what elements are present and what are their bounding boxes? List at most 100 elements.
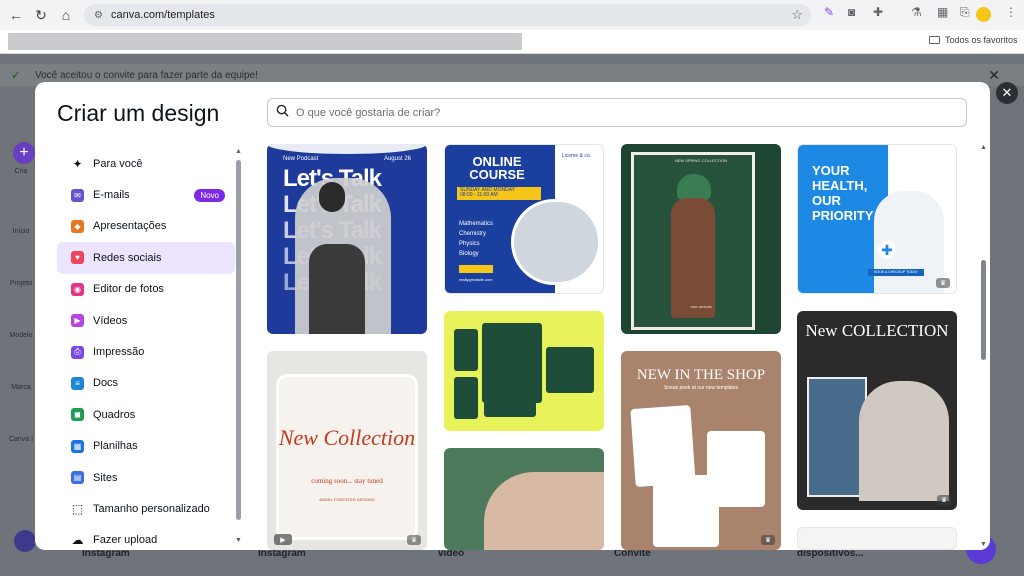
card-headline: New COLLECTION bbox=[805, 321, 949, 340]
menu-item-docs[interactable]: ≡ Docs bbox=[57, 368, 235, 399]
folder-icon bbox=[929, 36, 940, 44]
card-photo-hair bbox=[319, 182, 345, 212]
custom-size-icon: ⬚ bbox=[71, 501, 84, 516]
menu-item-label: Quadros bbox=[93, 408, 136, 421]
scroll-down-icon[interactable]: ▼ bbox=[235, 537, 242, 544]
email-icon: ✉ bbox=[71, 188, 84, 202]
menu-item-vídeos[interactable]: ▶ Vídeos bbox=[57, 305, 235, 336]
menu-item-para-você[interactable]: ✦ Para você bbox=[57, 148, 235, 179]
subject: Biology bbox=[459, 251, 479, 257]
card-headline: New Collection bbox=[278, 425, 416, 450]
menu-scrollbar[interactable]: ▲ ▼ bbox=[235, 148, 243, 544]
video-badge: ▶ bbox=[274, 534, 292, 545]
pen-extension-icon[interactable]: ✎ bbox=[824, 5, 834, 19]
printer-icon: ⎙ bbox=[71, 345, 84, 359]
card-text: August 26 bbox=[383, 156, 411, 162]
presentation-icon: ◆ bbox=[71, 219, 84, 233]
card-tile bbox=[454, 377, 478, 419]
bg-side-label: Início bbox=[12, 228, 30, 235]
address-bar[interactable]: ⚙ canva.com/templates ☆ bbox=[84, 4, 811, 26]
video-icon: ▶ bbox=[71, 314, 84, 328]
notice-text: Você aceitou o convite para fazer parte … bbox=[35, 69, 258, 81]
card-frame bbox=[653, 475, 719, 547]
premium-crown-icon: ♛ bbox=[936, 278, 950, 288]
profile-avatar[interactable] bbox=[976, 7, 991, 22]
lab-icon[interactable]: ⚗ bbox=[911, 5, 922, 19]
card-date-band: SUNDAY AND MONDAY 08:00 - 11:00 AM bbox=[457, 187, 541, 200]
templates-scrollbar[interactable]: ▲ ▼ bbox=[978, 144, 988, 548]
card-tile bbox=[454, 329, 478, 371]
menu-item-planilhas[interactable]: ▦ Planilhas bbox=[57, 431, 235, 462]
template-card-new-collection-torn[interactable]: New Collection coming soon... stay tuned… bbox=[267, 351, 427, 550]
search-placeholder: O que você gostaria de criar? bbox=[296, 106, 441, 119]
template-card-green-collage[interactable] bbox=[444, 311, 604, 431]
menu-item-editor-de-fotos[interactable]: ◉ Editor de fotos bbox=[57, 274, 235, 305]
home-icon[interactable]: ⌂ bbox=[55, 4, 77, 26]
template-card-lets-talk[interactable]: New Podcast August 26 Let's Talk Let's T… bbox=[267, 144, 427, 334]
menu-item-label: Vídeos bbox=[93, 314, 128, 327]
whiteboard-icon: ◼ bbox=[71, 408, 84, 422]
template-card-new-collection-collage[interactable]: New COLLECTION ♛ bbox=[797, 311, 957, 510]
template-card-new-in-the-shop[interactable]: NEW IN THE SHOP Sneak peek at our new te… bbox=[621, 351, 781, 550]
card-subjects: Mathematics Chemistry Physics Biology bbox=[459, 219, 493, 259]
menu-item-label: Redes sociais bbox=[93, 251, 162, 264]
menu-item-redes-sociais[interactable]: ♥ Redes sociais bbox=[57, 242, 235, 274]
card-headline: YOUR HEALTH, OUR PRIORITY bbox=[812, 163, 874, 223]
card-photo-dress bbox=[309, 244, 365, 334]
templates-scroll-thumb[interactable] bbox=[981, 260, 986, 360]
scroll-down-icon[interactable]: ▼ bbox=[980, 541, 987, 548]
camera-icon[interactable]: ◙ bbox=[848, 5, 855, 19]
bookmark-star-icon[interactable]: ☆ bbox=[791, 7, 803, 23]
card-photo bbox=[807, 377, 867, 497]
qr-code-icon[interactable]: ▦ bbox=[937, 5, 948, 19]
menu-item-label: Apresentações bbox=[93, 220, 167, 233]
bg-side-label: Projeto bbox=[9, 280, 33, 287]
template-card-green-portrait[interactable] bbox=[444, 448, 604, 550]
template-card-white[interactable] bbox=[797, 527, 957, 550]
template-card-your-health[interactable]: YOUR HEALTH, OUR PRIORITY ✚ BOOK A CHECK… bbox=[797, 144, 957, 294]
bg-avatar bbox=[14, 530, 36, 552]
create-design-modal: Criar um design O que você gostaria de c… bbox=[35, 82, 990, 550]
scroll-up-icon[interactable]: ▲ bbox=[235, 148, 242, 155]
back-arrow-icon[interactable]: ← bbox=[5, 4, 27, 26]
card-tile bbox=[484, 401, 536, 417]
menu-dots-icon[interactable]: ⋮ bbox=[1005, 5, 1017, 19]
template-card-spring-collection[interactable]: NEW SPRING COLLECTION new arrivals bbox=[621, 144, 781, 334]
reload-icon[interactable]: ↻ bbox=[30, 4, 52, 26]
menu-item-fazer-upload[interactable]: ☁ Fazer upload bbox=[57, 525, 235, 550]
menu-item-label: E-mails bbox=[93, 189, 130, 202]
scroll-up-icon[interactable]: ▲ bbox=[980, 144, 987, 151]
template-card-online-course[interactable]: Licorne & co. ONLINE COURSE SUNDAY AND M… bbox=[444, 144, 604, 294]
card-tile bbox=[546, 347, 594, 393]
card-torn-paper bbox=[279, 377, 415, 537]
background-sidebar: + Cria Início Projeto Modelo Marca Canva… bbox=[0, 90, 36, 576]
menu-item-label: Tamanho personalizado bbox=[93, 502, 210, 515]
subject: Mathematics bbox=[459, 221, 494, 227]
translate-icon[interactable]: ⎘ bbox=[960, 5, 970, 20]
site-settings-icon[interactable]: ⚙ bbox=[94, 10, 103, 21]
notice-close-icon[interactable]: ✕ bbox=[988, 67, 1000, 84]
url-text: canva.com/templates bbox=[110, 9, 215, 21]
menu-scroll-thumb[interactable] bbox=[236, 160, 241, 520]
menu-item-quadros[interactable]: ◼ Quadros bbox=[57, 399, 235, 430]
category-menu: ✦ Para você ✉ E-mails Novo ◆ Apresentações ♥ Red… bbox=[57, 148, 235, 550]
card-tile bbox=[482, 323, 542, 403]
card-site: reallygreatsite.com bbox=[459, 277, 493, 282]
bookmarks-bar: Todos os favoritos bbox=[0, 30, 1024, 54]
menu-item-apresentações[interactable]: ◆ Apresentações bbox=[57, 211, 235, 242]
card-sub: Sneak peek at our new templates bbox=[663, 385, 739, 391]
card-cta: BOOK A CHECKUP TODAY bbox=[868, 269, 924, 276]
card-top-edge bbox=[267, 144, 427, 154]
menu-item-e-mails[interactable]: ✉ E-mails Novo bbox=[57, 179, 235, 210]
card-text: New Podcast bbox=[283, 156, 319, 162]
all-bookmarks-folder[interactable]: Todos os favoritos bbox=[929, 35, 1018, 45]
menu-item-impressão[interactable]: ⎙ Impressão bbox=[57, 336, 235, 367]
modal-close-button[interactable]: ✕ bbox=[996, 82, 1018, 104]
menu-item-tamanho-personalizado[interactable]: ⬚ Tamanho personalizado bbox=[57, 493, 235, 524]
menu-item-sites[interactable]: ▤ Sites bbox=[57, 462, 235, 493]
menu-item-label: Docs bbox=[93, 377, 119, 390]
subject: Physics bbox=[459, 241, 480, 247]
close-icon: ✕ bbox=[1001, 85, 1013, 100]
design-search-input[interactable]: O que você gostaria de criar? bbox=[267, 98, 967, 127]
extensions-icon[interactable]: ✚ bbox=[873, 5, 883, 19]
